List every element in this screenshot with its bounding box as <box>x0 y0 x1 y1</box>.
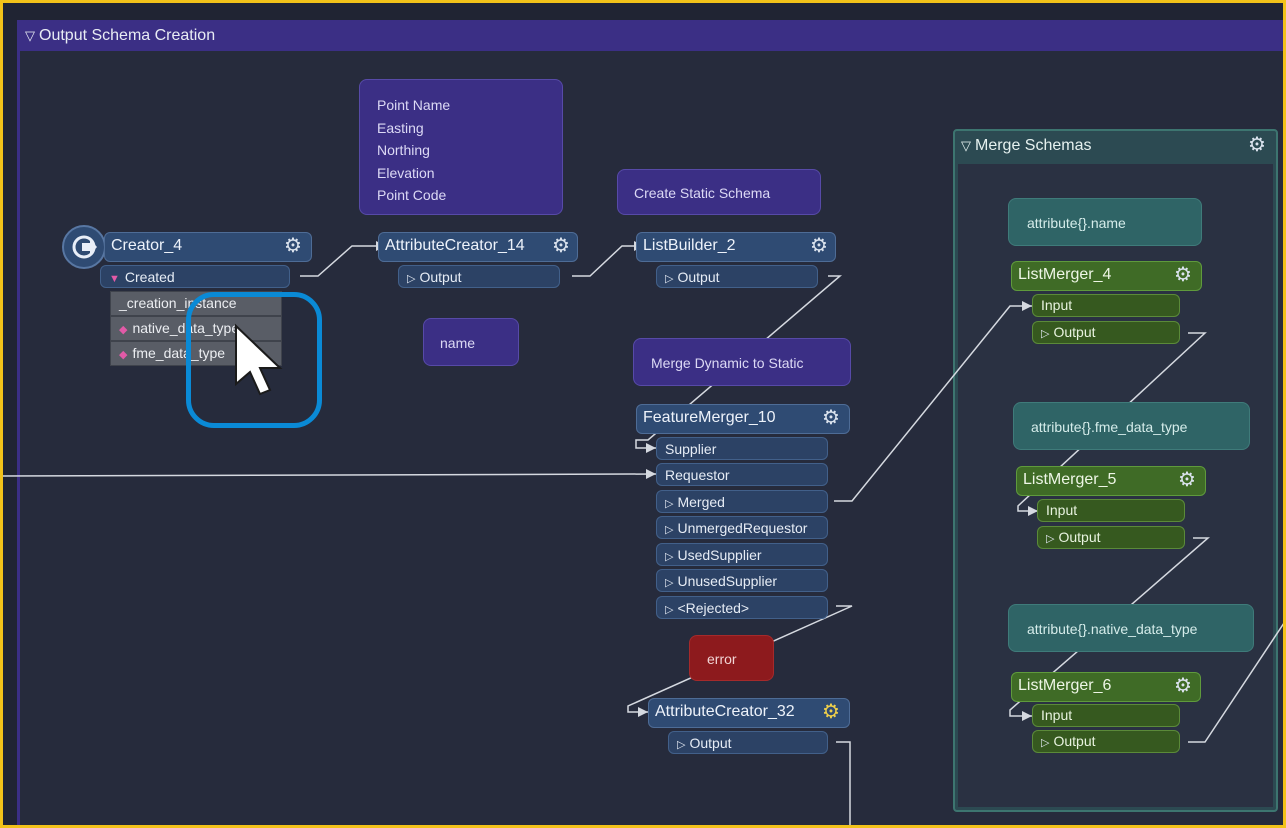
transformer-name: Creator_4 <box>111 237 183 254</box>
gear-icon[interactable]: ⚙ <box>552 236 570 256</box>
annotation-line: Elevation <box>377 164 435 181</box>
gear-icon[interactable]: ⚙ <box>822 408 840 428</box>
output-triangle-icon: ▷ <box>665 498 674 510</box>
input-port[interactable]: Input <box>1037 499 1185 522</box>
port-label: Requestor <box>665 467 730 483</box>
port-label: Output <box>1058 529 1101 545</box>
output-triangle-icon: ▷ <box>665 551 674 563</box>
unused-supplier-output-port[interactable]: ▷ UnusedSupplier <box>656 569 828 592</box>
run-arrow-icon <box>72 235 97 259</box>
annotation-line: Point Name <box>377 97 451 113</box>
port-label: Output <box>1053 324 1096 340</box>
annotation-text: name <box>440 335 476 351</box>
transformer-name: ListBuilder_2 <box>643 237 736 254</box>
output-triangle-icon: ▷ <box>665 604 674 616</box>
port-label: UnmergedRequestor <box>677 520 808 536</box>
output-port[interactable]: ▷ Output <box>1037 526 1185 549</box>
merged-output-port[interactable]: ▷ Merged <box>656 490 828 513</box>
annotation-attribute-list[interactable]: Point Name Easting Northing Elevation Po… <box>359 79 563 215</box>
annotation-list-merger-4[interactable]: attribute{}.name <box>1008 198 1202 246</box>
attributecreator-32-transformer[interactable]: AttributeCreator_32 <box>648 698 850 728</box>
output-triangle-icon: ▷ <box>407 273 416 285</box>
port-label: Merged <box>677 494 725 510</box>
unmerged-requestor-output-port[interactable]: ▷ UnmergedRequestor <box>656 516 828 539</box>
output-triangle-icon: ▷ <box>665 524 674 536</box>
transformer-name: AttributeCreator_14 <box>385 237 525 254</box>
output-triangle-icon: ▷ <box>665 273 674 285</box>
annotation-text: attribute{}.name <box>1027 215 1126 231</box>
annotation-text: Merge Dynamic to Static <box>651 355 804 371</box>
port-label: Output <box>1053 733 1096 749</box>
annotation-text: attribute{}.native_data_type <box>1027 621 1198 637</box>
mouse-pointer-icon <box>235 323 283 396</box>
port-label: Output <box>677 269 720 285</box>
annotation-error[interactable]: error <box>689 635 774 681</box>
output-port[interactable]: ▷ Output <box>398 265 560 288</box>
diamond-icon: ◆ <box>119 349 128 361</box>
port-label: Input <box>1041 297 1073 313</box>
output-triangle-icon: ▷ <box>1046 533 1055 545</box>
input-port[interactable]: Input <box>1032 704 1180 727</box>
gear-icon[interactable]: ⚙ <box>284 236 302 256</box>
annotation-merge-dynamic[interactable]: Merge Dynamic to Static <box>633 338 851 386</box>
expand-triangle-icon[interactable]: ▼ <box>109 273 120 285</box>
transformer-name: ListMerger_6 <box>1018 677 1112 694</box>
port-label: Output <box>419 269 462 285</box>
annotation-text: error <box>707 651 737 667</box>
requestor-input-port[interactable]: Requestor <box>656 463 828 486</box>
annotation-line: Northing <box>377 142 430 158</box>
transformer-name: FeatureMerger_10 <box>643 409 776 426</box>
gear-icon[interactable]: ⚙ <box>810 236 828 256</box>
annotation-line: Easting <box>377 119 424 136</box>
featuremerger-10-transformer[interactable]: FeatureMerger_10 <box>636 404 850 434</box>
port-label: Output <box>689 735 732 751</box>
output-port[interactable]: ▷ Output <box>668 731 828 754</box>
gear-icon[interactable]: ⚙ <box>1174 265 1192 285</box>
transformer-name: AttributeCreator_32 <box>655 703 795 720</box>
gear-icon[interactable]: ⚙ <box>822 702 840 722</box>
supplier-input-port[interactable]: Supplier <box>656 437 828 460</box>
annotation-text: attribute{}.fme_data_type <box>1031 419 1188 435</box>
output-triangle-icon: ▷ <box>1041 328 1050 340</box>
gear-icon[interactable]: ⚙ <box>1178 470 1196 490</box>
port-label: UnusedSupplier <box>677 573 778 589</box>
port-label: Input <box>1041 707 1073 723</box>
output-port[interactable]: ▷ Output <box>656 265 818 288</box>
output-triangle-icon: ▷ <box>665 577 674 589</box>
gear-icon[interactable]: ⚙ <box>1174 676 1192 696</box>
transformer-name: ListMerger_4 <box>1018 266 1112 283</box>
transformer-name: ListMerger_5 <box>1023 471 1117 488</box>
output-triangle-icon: ▷ <box>677 739 686 751</box>
created-port[interactable]: ▼ Created <box>100 265 290 288</box>
annotation-create-static-schema[interactable]: Create Static Schema <box>617 169 821 215</box>
attributecreator-14-transformer[interactable]: AttributeCreator_14 <box>378 232 578 262</box>
input-port[interactable]: Input <box>1032 294 1180 317</box>
listbuilder-2-transformer[interactable]: ListBuilder_2 <box>636 232 836 262</box>
output-port[interactable]: ▷ Output <box>1032 321 1180 344</box>
annotation-list-merger-6[interactable]: attribute{}.native_data_type <box>1008 604 1254 652</box>
output-port[interactable]: ▷ Output <box>1032 730 1180 753</box>
output-triangle-icon: ▷ <box>1041 737 1050 749</box>
annotation-list-merger-5[interactable]: attribute{}.fme_data_type <box>1013 402 1250 450</box>
annotation-name[interactable]: name <box>423 318 519 366</box>
annotation-text: Create Static Schema <box>634 185 771 201</box>
diamond-icon: ◆ <box>119 324 128 336</box>
used-supplier-output-port[interactable]: ▷ UsedSupplier <box>656 543 828 566</box>
creator-transformer[interactable]: Creator_4 <box>104 232 312 262</box>
creator-icon[interactable] <box>62 225 106 269</box>
annotation-line: Point Code <box>377 187 447 203</box>
port-label: Input <box>1046 502 1078 518</box>
port-label: <Rejected> <box>677 600 750 616</box>
port-label: Created <box>124 269 175 285</box>
rejected-output-port[interactable]: ▷ <Rejected> <box>656 596 828 619</box>
listmerger-6-transformer[interactable]: ListMerger_6 <box>1011 672 1201 702</box>
port-label: Supplier <box>665 441 717 457</box>
port-label: UsedSupplier <box>677 547 762 563</box>
